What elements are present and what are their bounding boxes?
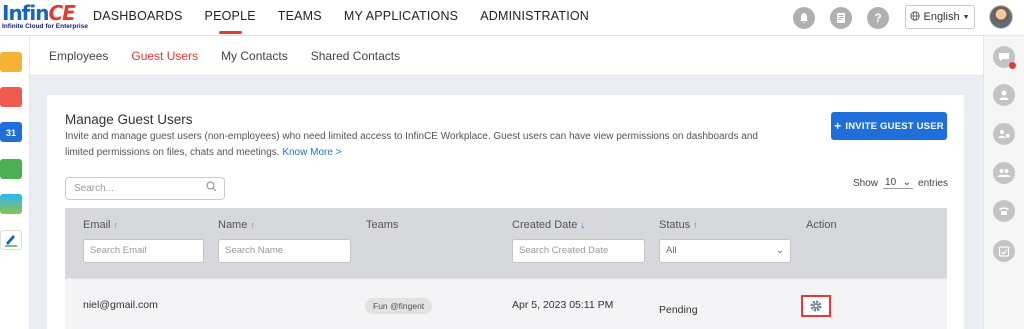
chevron-down-icon: ⌄	[776, 245, 784, 256]
content-area: Manage Guest Users Invite and manage gue…	[30, 76, 983, 329]
tab-my-contacts[interactable]: My Contacts	[221, 49, 288, 63]
people-subtabs: Employees Guest Users My Contacts Shared…	[30, 36, 983, 76]
nav-administration[interactable]: ADMINISTRATION	[480, 0, 589, 36]
invite-guest-user-button[interactable]: + INVITE GUEST USER	[831, 112, 947, 140]
search-input[interactable]: Search...	[65, 177, 225, 200]
chat-icon[interactable]	[993, 46, 1016, 69]
gallery-app-icon[interactable]	[0, 194, 22, 214]
row-status: Pending	[659, 304, 698, 316]
gear-icon[interactable]	[801, 295, 831, 317]
status-filter-select[interactable]: All ⌄	[659, 239, 791, 263]
page-description: Invite and manage guest users (non-emplo…	[65, 131, 758, 158]
nav-my-applications[interactable]: MY APPLICATIONS	[344, 0, 458, 36]
caret-down-icon: ▼	[962, 13, 970, 21]
created-date-filter-input[interactable]: Search Created Date	[512, 239, 645, 263]
left-app-rail: 31	[0, 36, 30, 329]
language-label: English	[923, 11, 960, 23]
email-filter-input[interactable]: Search Email	[83, 239, 204, 263]
group-icon[interactable]	[993, 162, 1015, 184]
folder-app-icon[interactable]	[0, 52, 22, 72]
tab-guest-users[interactable]: Guest Users	[131, 49, 198, 63]
row-email: niel@gmail.com	[83, 299, 158, 311]
bell-icon[interactable]	[793, 7, 815, 29]
entries-selector: Show 10 ⌄ entries	[853, 177, 949, 189]
app-logo[interactable]: InfinCE Infinite Cloud for Enterprise	[2, 1, 88, 33]
right-rail	[983, 36, 1024, 329]
plus-icon: +	[834, 119, 842, 133]
know-more-link[interactable]: Know More >	[282, 147, 341, 158]
chevron-down-icon: ⌄	[902, 177, 912, 188]
nav-people[interactable]: PEOPLE	[205, 0, 256, 36]
logo-wordmark: InfinCE	[2, 1, 76, 25]
row-created-date: Apr 5, 2023 05:11 PM	[512, 299, 614, 311]
nav-dashboards[interactable]: DASHBOARDS	[93, 0, 183, 36]
help-icon[interactable]: ?	[867, 7, 889, 29]
language-selector[interactable]: English ▼	[905, 5, 975, 29]
team-chip[interactable]: Fun @fingent	[365, 298, 433, 314]
calendar-check-icon[interactable]	[993, 240, 1015, 262]
name-filter-input[interactable]: Search Name	[218, 239, 351, 263]
entries-dropdown[interactable]: 10 ⌄	[883, 177, 914, 189]
contact-icon[interactable]	[993, 123, 1015, 145]
notification-dot	[1009, 62, 1016, 69]
column-teams: Teams	[366, 219, 399, 231]
phone-icon[interactable]	[993, 200, 1015, 222]
page-title: Manage Guest Users	[65, 112, 193, 127]
sign-app-icon[interactable]	[0, 230, 22, 250]
column-name[interactable]: Name ↑	[218, 219, 255, 231]
tasks-app-icon[interactable]	[0, 159, 22, 179]
top-bar: InfinCE Infinite Cloud for Enterprise DA…	[0, 0, 1024, 36]
column-email[interactable]: Email ↑	[83, 219, 118, 231]
notes-icon[interactable]	[830, 7, 852, 29]
column-status[interactable]: Status ↑	[659, 219, 698, 231]
globe-icon	[910, 10, 921, 24]
email-app-icon[interactable]	[0, 87, 22, 107]
main-nav: DASHBOARDS PEOPLE TEAMS MY APPLICATIONS …	[93, 0, 611, 36]
person-icon[interactable]	[993, 84, 1015, 106]
search-icon	[206, 181, 217, 192]
table-row: niel@gmail.com Fun @fingent Apr 5, 2023 …	[65, 278, 947, 329]
user-avatar[interactable]	[989, 5, 1013, 29]
logo-tagline: Infinite Cloud for Enterprise	[2, 23, 88, 30]
tab-employees[interactable]: Employees	[49, 49, 108, 63]
guest-users-card: Manage Guest Users Invite and manage gue…	[47, 95, 964, 329]
column-created-date[interactable]: Created Date ↓	[512, 219, 585, 231]
column-action: Action	[806, 219, 837, 231]
nav-teams[interactable]: TEAMS	[278, 0, 322, 36]
tab-shared-contacts[interactable]: Shared Contacts	[311, 49, 400, 63]
table-header: Email ↑ Name ↑ Teams Created Date ↓ Status ↑…	[65, 208, 947, 278]
calendar-app-icon[interactable]: 31	[0, 122, 22, 142]
